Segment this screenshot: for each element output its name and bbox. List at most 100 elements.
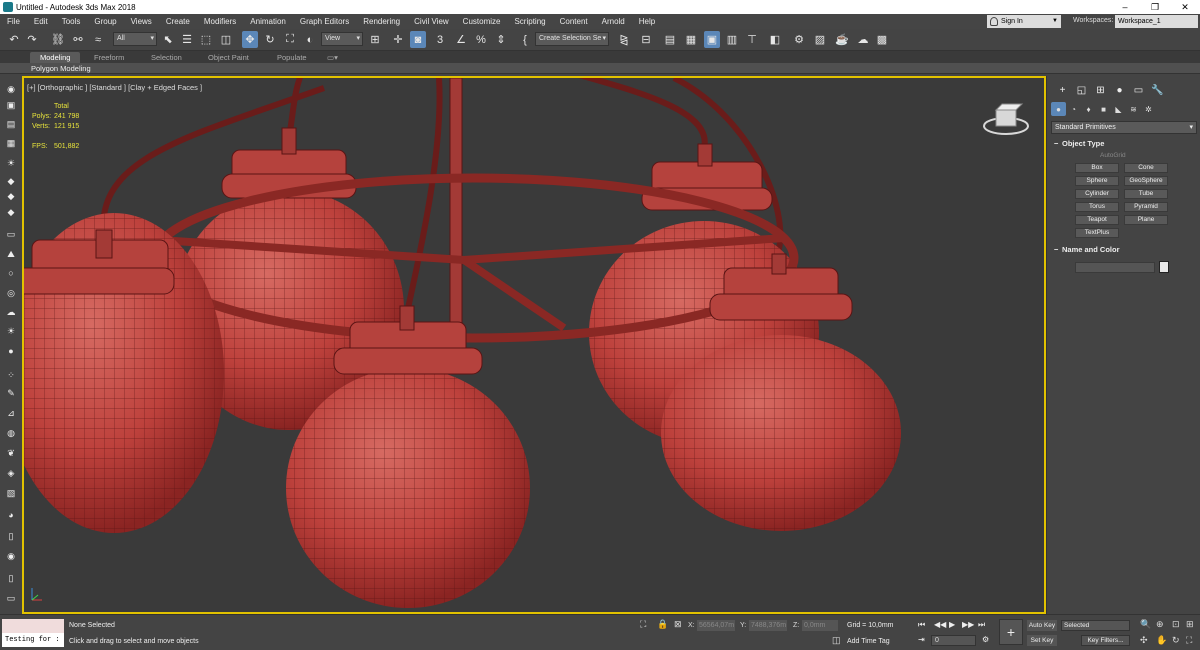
menu-graph-editors[interactable]: Graph Editors <box>293 17 356 26</box>
tube-button[interactable]: Tube <box>1124 189 1168 199</box>
menu-customize[interactable]: Customize <box>456 17 508 26</box>
wood-icon[interactable]: ▧ <box>3 486 19 500</box>
geosphere-button[interactable]: GeoSphere <box>1124 176 1168 186</box>
layer-icon[interactable]: ▣ <box>3 98 19 112</box>
tool-icon-b[interactable]: ◆ <box>3 189 19 203</box>
hierarchy-icon[interactable]: ⊿ <box>3 406 19 420</box>
window-crossing-icon[interactable]: ◫ <box>218 31 234 48</box>
percent-snap-icon[interactable]: % <box>473 31 489 48</box>
sky-icon[interactable]: ☁ <box>3 305 19 319</box>
tab-selection[interactable]: Selection <box>141 52 192 63</box>
grid-panel-icon[interactable]: ▦ <box>3 136 19 150</box>
cylinder-button[interactable]: Cylinder <box>1075 189 1119 199</box>
ribbon-toggle-icon[interactable]: ▣ <box>704 31 720 48</box>
render-sphere-icon[interactable]: ◕ <box>3 508 19 522</box>
key-mode-icon[interactable]: ⇥ <box>918 635 925 644</box>
undo-icon[interactable]: ↶ <box>6 31 22 48</box>
named-selection-dropdown[interactable]: Create Selection Se <box>535 32 609 46</box>
cone-button[interactable]: Cone <box>1124 163 1168 173</box>
menu-group[interactable]: Group <box>87 17 123 26</box>
globe-icon[interactable]: ◍ <box>3 426 19 440</box>
pan-icon[interactable]: ✋ <box>1156 635 1167 646</box>
absolute-mode-icon[interactable]: ⊠ <box>674 619 682 630</box>
create-tab-icon[interactable]: + <box>1053 82 1072 98</box>
menu-file[interactable]: File <box>0 17 27 26</box>
menu-tools[interactable]: Tools <box>55 17 88 26</box>
sphere-button[interactable]: Sphere <box>1075 176 1119 186</box>
pivot-center-icon[interactable]: ⊞ <box>367 31 383 48</box>
selection-filter-dropdown[interactable]: All <box>113 32 157 46</box>
next-frame-icon[interactable]: ▶▶ <box>962 620 974 629</box>
viewport-layout-icon[interactable]: ◉ <box>3 82 19 96</box>
tab-modeling[interactable]: Modeling <box>30 52 81 63</box>
leaf-icon[interactable]: ❦ <box>3 446 19 460</box>
play-icon[interactable]: ▶ <box>949 620 955 629</box>
zoom-all-icon[interactable]: ⊕ <box>1156 619 1164 630</box>
mirror-icon[interactable]: ⧎ <box>616 31 632 48</box>
auto-key-button[interactable]: Auto Key <box>1027 620 1057 631</box>
viewcube-icon[interactable] <box>982 100 1030 136</box>
select-and-place-icon[interactable]: ◐ <box>302 31 318 48</box>
tab-object-paint[interactable]: Object Paint <box>198 52 259 63</box>
select-and-move-icon[interactable]: ✥ <box>242 31 258 48</box>
space-warps-icon[interactable]: ≋ <box>1126 102 1141 116</box>
reference-coordinate-dropdown[interactable]: View <box>321 32 363 46</box>
geometry-icon[interactable]: ● <box>1051 102 1066 116</box>
select-and-scale-icon[interactable]: ⛶ <box>282 31 298 48</box>
zoom-icon[interactable]: 🔍 <box>1140 619 1151 630</box>
keyboard-shortcut-override-icon[interactable]: ◙ <box>410 31 426 48</box>
selection-lock-icon[interactable]: 🔒 <box>657 619 668 630</box>
angle-snap-icon[interactable]: ∠ <box>453 31 469 48</box>
current-frame-field[interactable]: 0 <box>931 635 976 646</box>
field-of-view-icon[interactable]: ✣ <box>1140 635 1148 646</box>
menu-scripting[interactable]: Scripting <box>507 17 552 26</box>
textplus-button[interactable]: TextPlus <box>1075 228 1119 238</box>
autogrid-checkbox[interactable]: AutoGrid <box>1100 152 1126 159</box>
menu-civil-view[interactable]: Civil View <box>407 17 456 26</box>
isolate-selection-icon[interactable]: ⛶ <box>640 619 646 630</box>
hierarchy-tab-icon[interactable]: ⊞ <box>1091 82 1110 98</box>
unlink-icon[interactable]: ⚯ <box>70 31 86 48</box>
polygon-modeling-label[interactable]: Polygon Modeling <box>31 64 91 73</box>
pyramid-button[interactable]: Pyramid <box>1124 202 1168 212</box>
modify-tab-icon[interactable]: ◱ <box>1072 82 1091 98</box>
workspaces-dropdown[interactable]: Workspace_1 <box>1115 15 1198 28</box>
set-key-button[interactable]: Set Key <box>1027 635 1057 646</box>
menu-rendering[interactable]: Rendering <box>356 17 407 26</box>
y-coordinate-field[interactable]: 7488,376m <box>749 620 787 631</box>
render-setup-icon[interactable]: ⚙ <box>791 31 807 48</box>
x-coordinate-field[interactable]: 56564,07m <box>697 620 735 631</box>
render-iterative-icon[interactable]: ☁ <box>855 31 871 48</box>
rendered-frame-window-icon[interactable]: ▨ <box>812 31 828 48</box>
minimize-button[interactable]: – <box>1110 0 1140 14</box>
tool-icon-c[interactable]: ◆ <box>3 205 19 219</box>
redo-icon[interactable]: ↷ <box>24 31 40 48</box>
material-editor-icon[interactable]: ◧ <box>767 31 783 48</box>
menu-content[interactable]: Content <box>553 17 595 26</box>
torus-icon[interactable]: ◎ <box>3 286 19 300</box>
tool-icon-a[interactable]: ◆ <box>3 174 19 188</box>
key-selection-dropdown[interactable]: Selected <box>1061 620 1130 631</box>
snaps-toggle-icon[interactable]: 3 <box>432 31 448 48</box>
settings-icon[interactable]: ▯ <box>3 571 19 585</box>
align-icon[interactable]: ⊟ <box>638 31 654 48</box>
display-tab-icon[interactable]: ▭ <box>1129 82 1148 98</box>
texture-icon[interactable]: ◈ <box>3 466 19 480</box>
go-to-end-icon[interactable]: ⏭ <box>978 620 985 630</box>
particle-icon[interactable]: ⁘ <box>3 368 19 382</box>
menu-animation[interactable]: Animation <box>243 17 293 26</box>
edit-named-selection-icon[interactable]: { <box>517 31 533 48</box>
object-name-field[interactable] <box>1075 262 1155 273</box>
spinner-snap-icon[interactable]: ⇕ <box>493 31 509 48</box>
brush-icon[interactable]: ✎ <box>3 386 19 400</box>
helpers-icon[interactable]: ◣ <box>1111 102 1126 116</box>
render-production-icon[interactable]: ☕ <box>834 31 850 48</box>
link-icon[interactable]: ⛓ <box>50 31 66 48</box>
shapes-icon[interactable]: ◔ <box>1066 102 1081 116</box>
maxscript-listener-output[interactable] <box>2 619 64 633</box>
select-by-name-icon[interactable]: ☰ <box>179 31 195 48</box>
schematic-view-icon[interactable]: ⊤ <box>744 31 760 48</box>
menu-views[interactable]: Views <box>124 17 159 26</box>
teapot-button[interactable]: Teapot <box>1075 215 1119 225</box>
sun-icon[interactable]: ☀ <box>3 324 19 338</box>
